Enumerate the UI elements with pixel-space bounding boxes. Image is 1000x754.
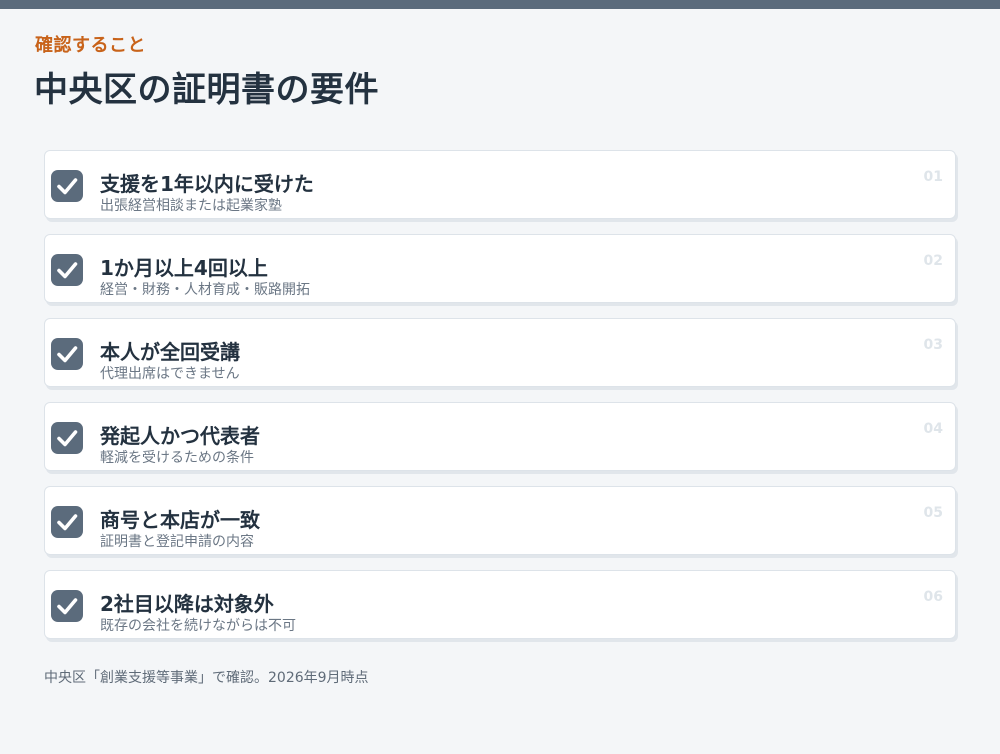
eyebrow-label: 確認すること xyxy=(35,35,146,56)
checklist-item: 本人が全回受講 代理出席はできません 03 xyxy=(44,318,956,387)
item-subtitle: 証明書と登記申請の内容 xyxy=(100,534,254,550)
footnote: 中央区「創業支援等事業」で確認。2026年9月時点 xyxy=(44,670,369,686)
checklist-item: 発起人かつ代表者 軽減を受けるための条件 04 xyxy=(44,402,956,471)
checkbox-checked[interactable] xyxy=(51,338,83,370)
checkbox-checked[interactable] xyxy=(51,254,83,286)
checkbox-checked[interactable] xyxy=(51,590,83,622)
checklist-item: 商号と本店が一致 証明書と登記申請の内容 05 xyxy=(44,486,956,555)
item-subtitle: 軽減を受けるための条件 xyxy=(100,450,254,466)
item-title: 支援を1年以内に受けた xyxy=(100,172,314,196)
checkmark-icon xyxy=(57,346,78,363)
page-title: 中央区の証明書の要件 xyxy=(34,70,379,110)
checklist-item: 支援を1年以内に受けた 出張経営相談または起業家塾 01 xyxy=(44,150,956,219)
checkmark-icon xyxy=(57,262,78,279)
checkmark-icon xyxy=(57,514,78,531)
item-title: 本人が全回受講 xyxy=(100,340,240,364)
checkbox-checked[interactable] xyxy=(51,422,83,454)
checkmark-icon xyxy=(57,430,78,447)
item-number: 04 xyxy=(923,421,943,437)
checklist-item: 1か月以上4回以上 経営・財務・人材育成・販路開拓 02 xyxy=(44,234,956,303)
item-title: 1か月以上4回以上 xyxy=(100,256,268,280)
item-subtitle: 代理出席はできません xyxy=(100,366,240,382)
top-bar xyxy=(0,0,1000,9)
checkmark-icon xyxy=(57,598,78,615)
item-number: 06 xyxy=(923,589,943,605)
checkmark-icon xyxy=(57,178,78,195)
item-number: 02 xyxy=(923,253,943,269)
checklist-item: 2社目以降は対象外 既存の会社を続けながらは不可 06 xyxy=(44,570,956,639)
checkbox-checked[interactable] xyxy=(51,506,83,538)
checkbox-checked[interactable] xyxy=(51,170,83,202)
item-number: 03 xyxy=(923,337,943,353)
item-title: 発起人かつ代表者 xyxy=(100,424,260,448)
item-subtitle: 既存の会社を続けながらは不可 xyxy=(100,618,296,634)
item-title: 2社目以降は対象外 xyxy=(100,592,274,616)
item-subtitle: 出張経営相談または起業家塾 xyxy=(100,198,282,214)
item-number: 05 xyxy=(923,505,943,521)
item-title: 商号と本店が一致 xyxy=(100,508,260,532)
item-subtitle: 経営・財務・人材育成・販路開拓 xyxy=(100,282,310,298)
item-number: 01 xyxy=(923,169,943,185)
